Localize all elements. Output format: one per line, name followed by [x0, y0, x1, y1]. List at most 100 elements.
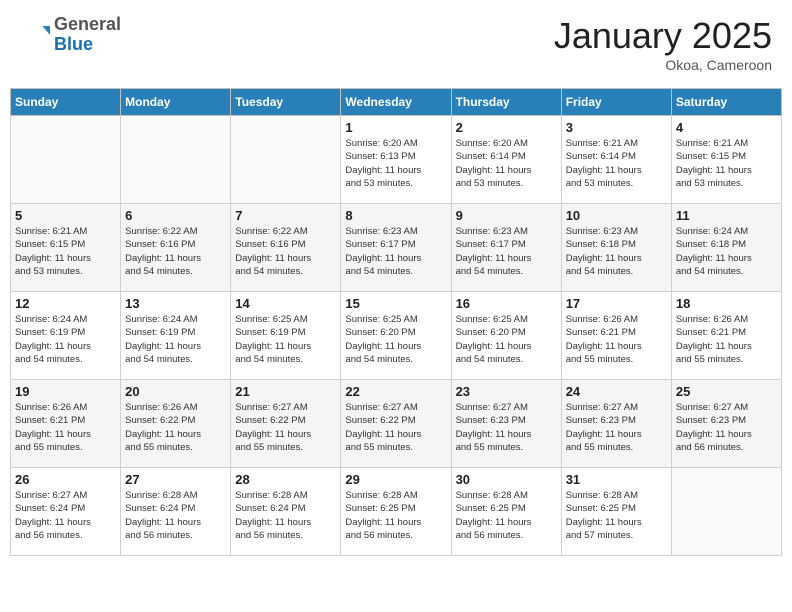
day-info: Sunrise: 6:27 AM Sunset: 6:23 PM Dayligh… [676, 401, 777, 454]
weekday-header-tuesday: Tuesday [231, 89, 341, 116]
day-number: 12 [15, 296, 116, 311]
day-cell: 2Sunrise: 6:20 AM Sunset: 6:14 PM Daylig… [451, 116, 561, 204]
day-number: 26 [15, 472, 116, 487]
day-cell: 24Sunrise: 6:27 AM Sunset: 6:23 PM Dayli… [561, 380, 671, 468]
day-cell: 20 Sunrise: 6:26 AM Sunset: 6:22 PM Dayli… [121, 380, 231, 468]
logo-icon [20, 20, 50, 50]
logo-text: General Blue [54, 15, 121, 55]
week-row-3: 12 Sunrise: 6:24 AM Sunset: 6:19 PM Dayli… [11, 292, 782, 380]
day-info: Sunrise: 6:24 AM Sunset: 6:19 PM Dayligh… [125, 313, 226, 366]
day-cell: 10 Sunrise: 6:23 AM Sunset: 6:18 PM Dayli… [561, 204, 671, 292]
day-info: Sunrise: 6:22 AM Sunset: 6:16 PM Dayligh… [235, 225, 336, 278]
day-info: Sunrise: 6:26 AM Sunset: 6:21 PM Dayligh… [566, 313, 667, 366]
day-number: 3 [566, 120, 667, 135]
day-number: 29 [345, 472, 446, 487]
day-info: Sunrise: 6:25 AM Sunset: 6:20 PM Dayligh… [345, 313, 446, 366]
day-info: Sunrise: 6:21 AM Sunset: 6:15 PM Dayligh… [676, 137, 777, 190]
day-info: Sunrise: 6:28 AM Sunset: 6:24 PM Dayligh… [125, 489, 226, 542]
day-cell: 5Sunrise: 6:21 AM Sunset: 6:15 PM Daylig… [11, 204, 121, 292]
day-number: 31 [566, 472, 667, 487]
day-info: Sunrise: 6:23 AM Sunset: 6:18 PM Dayligh… [566, 225, 667, 278]
day-number: 8 [345, 208, 446, 223]
day-info: Sunrise: 6:28 AM Sunset: 6:24 PM Dayligh… [235, 489, 336, 542]
day-cell: 27 Sunrise: 6:28 AM Sunset: 6:24 PM Dayli… [121, 468, 231, 556]
day-cell: 16Sunrise: 6:25 AM Sunset: 6:20 PM Dayli… [451, 292, 561, 380]
location: Okoa, Cameroon [554, 57, 772, 73]
day-cell: 8 Sunrise: 6:23 AM Sunset: 6:17 PM Daylig… [341, 204, 451, 292]
day-cell: 7 Sunrise: 6:22 AM Sunset: 6:16 PM Daylig… [231, 204, 341, 292]
day-info: Sunrise: 6:20 AM Sunset: 6:13 PM Dayligh… [345, 137, 446, 190]
day-number: 19 [15, 384, 116, 399]
logo-general-text: General [54, 15, 121, 35]
day-number: 1 [345, 120, 446, 135]
day-cell: 3 Sunrise: 6:21 AM Sunset: 6:14 PM Daylig… [561, 116, 671, 204]
day-cell: 28Sunrise: 6:28 AM Sunset: 6:24 PM Dayli… [231, 468, 341, 556]
week-row-5: 26 Sunrise: 6:27 AM Sunset: 6:24 PM Dayli… [11, 468, 782, 556]
day-info: Sunrise: 6:24 AM Sunset: 6:18 PM Dayligh… [676, 225, 777, 278]
day-number: 11 [676, 208, 777, 223]
weekday-header-saturday: Saturday [671, 89, 781, 116]
day-cell: 15 Sunrise: 6:25 AM Sunset: 6:20 PM Dayli… [341, 292, 451, 380]
day-info: Sunrise: 6:28 AM Sunset: 6:25 PM Dayligh… [345, 489, 446, 542]
day-info: Sunrise: 6:21 AM Sunset: 6:14 PM Dayligh… [566, 137, 667, 190]
day-info: Sunrise: 6:26 AM Sunset: 6:21 PM Dayligh… [676, 313, 777, 366]
day-info: Sunrise: 6:23 AM Sunset: 6:17 PM Dayligh… [345, 225, 446, 278]
day-number: 9 [456, 208, 557, 223]
header: General Blue January 2025 Okoa, Cameroon [10, 10, 782, 78]
day-number: 20 [125, 384, 226, 399]
day-info: Sunrise: 6:26 AM Sunset: 6:22 PM Dayligh… [125, 401, 226, 454]
weekday-header-wednesday: Wednesday [341, 89, 451, 116]
week-row-4: 19 Sunrise: 6:26 AM Sunset: 6:21 PM Dayli… [11, 380, 782, 468]
day-number: 14 [235, 296, 336, 311]
day-number: 23 [456, 384, 557, 399]
day-cell: 17 Sunrise: 6:26 AM Sunset: 6:21 PM Dayli… [561, 292, 671, 380]
day-cell: 11 Sunrise: 6:24 AM Sunset: 6:18 PM Dayli… [671, 204, 781, 292]
weekday-header-friday: Friday [561, 89, 671, 116]
day-number: 5 [15, 208, 116, 223]
day-cell [671, 468, 781, 556]
day-info: Sunrise: 6:22 AM Sunset: 6:16 PM Dayligh… [125, 225, 226, 278]
day-info: Sunrise: 6:23 AM Sunset: 6:17 PM Dayligh… [456, 225, 557, 278]
day-info: Sunrise: 6:24 AM Sunset: 6:19 PM Dayligh… [15, 313, 116, 366]
day-cell: 23 Sunrise: 6:27 AM Sunset: 6:23 PM Dayli… [451, 380, 561, 468]
day-cell: 21Sunrise: 6:27 AM Sunset: 6:22 PM Dayli… [231, 380, 341, 468]
weekday-header-row: SundayMondayTuesdayWednesdayThursdayFrid… [11, 89, 782, 116]
calendar-table: SundayMondayTuesdayWednesdayThursdayFrid… [10, 88, 782, 556]
day-info: Sunrise: 6:28 AM Sunset: 6:25 PM Dayligh… [566, 489, 667, 542]
day-cell: 30 Sunrise: 6:28 AM Sunset: 6:25 PM Dayli… [451, 468, 561, 556]
day-number: 7 [235, 208, 336, 223]
day-number: 6 [125, 208, 226, 223]
day-number: 15 [345, 296, 446, 311]
day-cell: 25 Sunrise: 6:27 AM Sunset: 6:23 PM Dayli… [671, 380, 781, 468]
day-number: 25 [676, 384, 777, 399]
day-cell: 29 Sunrise: 6:28 AM Sunset: 6:25 PM Dayli… [341, 468, 451, 556]
day-number: 17 [566, 296, 667, 311]
day-number: 27 [125, 472, 226, 487]
day-number: 10 [566, 208, 667, 223]
day-info: Sunrise: 6:28 AM Sunset: 6:25 PM Dayligh… [456, 489, 557, 542]
weekday-header-thursday: Thursday [451, 89, 561, 116]
day-info: Sunrise: 6:27 AM Sunset: 6:24 PM Dayligh… [15, 489, 116, 542]
day-info: Sunrise: 6:27 AM Sunset: 6:23 PM Dayligh… [456, 401, 557, 454]
day-cell: 4 Sunrise: 6:21 AM Sunset: 6:15 PM Daylig… [671, 116, 781, 204]
month-title: January 2025 [554, 15, 772, 57]
day-info: Sunrise: 6:26 AM Sunset: 6:21 PM Dayligh… [15, 401, 116, 454]
day-number: 13 [125, 296, 226, 311]
day-number: 30 [456, 472, 557, 487]
logo-blue-text: Blue [54, 35, 121, 55]
day-cell: 13 Sunrise: 6:24 AM Sunset: 6:19 PM Dayli… [121, 292, 231, 380]
day-cell: 6 Sunrise: 6:22 AM Sunset: 6:16 PM Daylig… [121, 204, 231, 292]
day-number: 4 [676, 120, 777, 135]
weekday-header-sunday: Sunday [11, 89, 121, 116]
day-cell: 1 Sunrise: 6:20 AM Sunset: 6:13 PM Daylig… [341, 116, 451, 204]
day-cell: 26 Sunrise: 6:27 AM Sunset: 6:24 PM Dayli… [11, 468, 121, 556]
day-info: Sunrise: 6:25 AM Sunset: 6:19 PM Dayligh… [235, 313, 336, 366]
weekday-header-monday: Monday [121, 89, 231, 116]
day-cell [121, 116, 231, 204]
day-cell: 14 Sunrise: 6:25 AM Sunset: 6:19 PM Dayli… [231, 292, 341, 380]
day-cell: 19 Sunrise: 6:26 AM Sunset: 6:21 PM Dayli… [11, 380, 121, 468]
logo: General Blue [20, 15, 121, 55]
day-info: Sunrise: 6:27 AM Sunset: 6:22 PM Dayligh… [345, 401, 446, 454]
day-cell: 22Sunrise: 6:27 AM Sunset: 6:22 PM Dayli… [341, 380, 451, 468]
week-row-2: 5Sunrise: 6:21 AM Sunset: 6:15 PM Daylig… [11, 204, 782, 292]
